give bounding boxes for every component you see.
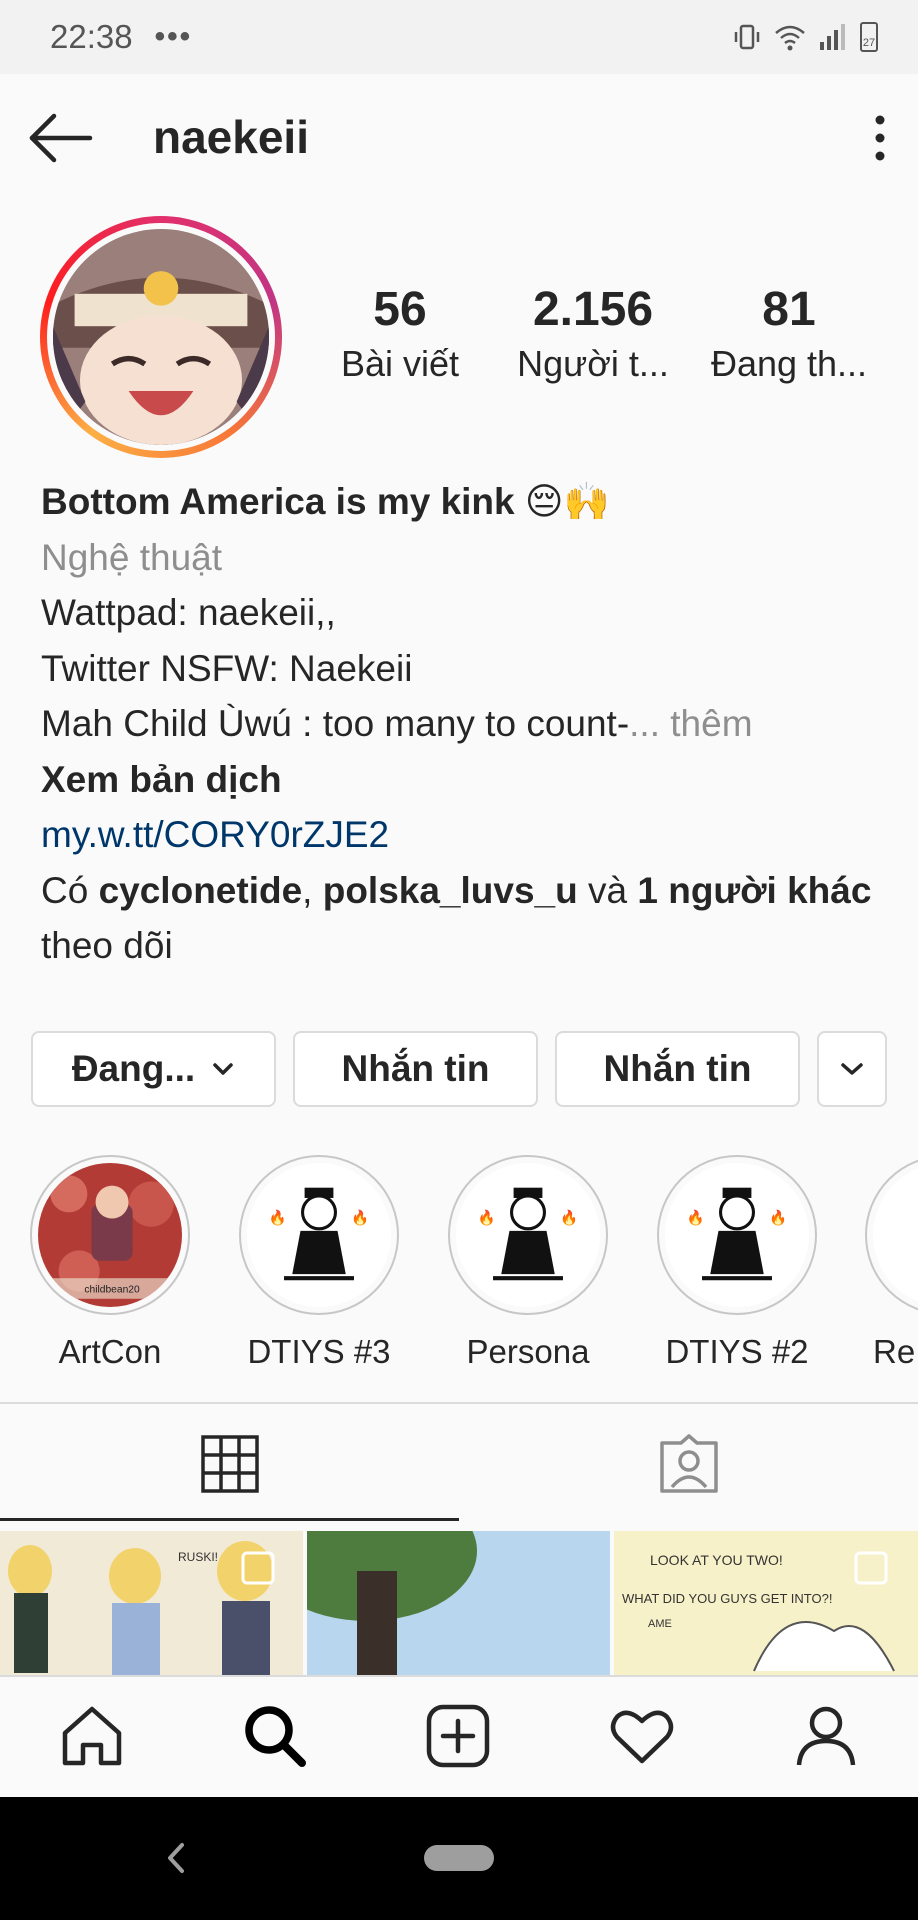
status-icons: 27: [732, 22, 878, 52]
story-highlights: childbean20 ArtCon 🔥 🔥 DTIYS #3 🔥 🔥 Person…: [0, 1155, 918, 1370]
stat-posts-label: Bài viết: [340, 343, 460, 384]
system-navigation-bar: [0, 1797, 918, 1920]
svg-text:🔥: 🔥: [687, 1209, 705, 1227]
post-3-caption-1: LOOK AT YOU TWO!: [650, 1552, 783, 1568]
highlight-persona-image: 🔥 🔥: [456, 1163, 600, 1307]
highlight-dtiys-3-image: 🔥 🔥: [247, 1163, 391, 1307]
highlight-persona[interactable]: 🔥 🔥 Persona: [447, 1155, 609, 1370]
signal-icon: [820, 24, 845, 50]
battery-level: 27: [862, 37, 876, 49]
followed-by[interactable]: Có cyclonetide, polska_luvs_u và 1 người…: [41, 863, 901, 974]
highlight-artcon[interactable]: childbean20 ArtCon: [29, 1155, 191, 1370]
translate-link[interactable]: Xem bản dịch: [41, 752, 901, 808]
avatar-image: [53, 229, 269, 445]
bio-line-child-text: Mah Child Ùwú : too many to count-: [41, 703, 630, 744]
stat-following-label: Đang th...: [710, 343, 868, 384]
bio-line-wattpad: Wattpad: naekeii,,: [41, 592, 336, 633]
stat-following[interactable]: 81 Đang th...: [704, 282, 874, 385]
post-thumbnail[interactable]: [307, 1531, 610, 1676]
post-1-caption: RUSKI!: [178, 1550, 218, 1564]
svg-text:🔥: 🔥: [351, 1209, 369, 1227]
vibrate-icon: [734, 24, 760, 50]
svg-text:🔥: 🔥: [560, 1209, 578, 1227]
post-thumbnail[interactable]: LOOK AT YOU TWO! WHAT DID YOU GUYS GET I…: [614, 1531, 918, 1676]
post-3-caption-2: WHAT DID YOU GUYS GET INTO?!: [622, 1591, 832, 1606]
svg-text:🔥: 🔥: [478, 1209, 496, 1227]
following-button-label: Đang...: [71, 1048, 196, 1089]
back-arrow-icon[interactable]: [26, 110, 96, 166]
bottom-navigation: [0, 1675, 918, 1797]
followed-by-user-2: polska_luvs_u: [322, 869, 578, 911]
followed-by-prefix: Có: [41, 869, 99, 911]
bio-website-link[interactable]: my.w.tt/CORY0rZJE2: [41, 807, 901, 863]
stat-followers-count: 2.156: [532, 283, 654, 336]
stat-posts[interactable]: 56 Bài viết: [320, 282, 480, 385]
posts-grid: RUSKI! LOOK AT YOU TWO! WHAT DID YOU GUY…: [0, 1531, 918, 1676]
profile-actions: Đang... Nhắn tin Nhắn tin: [31, 1031, 887, 1107]
home-icon[interactable]: [57, 1701, 127, 1771]
post-3-caption-3: AME: [648, 1618, 672, 1630]
followed-by-suffix: theo dõi: [41, 925, 173, 966]
chevron-down-icon: [213, 1063, 233, 1075]
message-button-2-label: Nhắn tin: [603, 1048, 752, 1089]
stat-followers[interactable]: 2.156 Người t...: [508, 282, 678, 385]
tab-tagged[interactable]: [459, 1404, 918, 1524]
profile-header: naekeii: [0, 74, 918, 200]
system-home-pill[interactable]: [424, 1845, 494, 1871]
heart-icon[interactable]: [607, 1701, 677, 1771]
post-thumbnail[interactable]: RUSKI!: [0, 1531, 303, 1676]
followed-by-others: 1 người khác: [637, 869, 872, 911]
svg-text:🔥: 🔥: [769, 1209, 787, 1227]
system-back-icon[interactable]: [166, 1841, 186, 1875]
followed-by-user-1: cyclonetide: [98, 869, 303, 911]
profile-avatar[interactable]: [40, 216, 282, 458]
highlight-label: ArtCon: [58, 1333, 162, 1370]
tagged-person-icon: [659, 1434, 718, 1493]
status-bar: 22:38 ••• 27: [0, 0, 918, 74]
stat-posts-count: 56: [373, 283, 427, 336]
more-options-icon[interactable]: [866, 110, 894, 166]
followed-by-and: và: [577, 869, 638, 911]
stat-following-count: 81: [762, 283, 816, 336]
chevron-down-icon: [841, 1063, 863, 1075]
highlight-label: Persona: [466, 1333, 590, 1370]
profile-icon[interactable]: [791, 1701, 861, 1771]
highlight-label: Re: [873, 1333, 916, 1370]
wifi-icon: [775, 25, 805, 51]
following-button[interactable]: Đang...: [31, 1031, 276, 1107]
highlight-dtiys-3[interactable]: 🔥 🔥 DTIYS #3: [238, 1155, 400, 1370]
grid-icon: [200, 1435, 259, 1493]
followed-by-sep: ,: [302, 869, 323, 911]
highlight-artcon-watermark: childbean20: [84, 1285, 140, 1296]
status-time: 22:38: [50, 18, 133, 55]
tab-active-indicator: [0, 1518, 459, 1521]
svg-text:🔥: 🔥: [269, 1209, 287, 1227]
message-button-1-label: Nhắn tin: [341, 1048, 490, 1089]
stat-followers-label: Người t...: [517, 343, 669, 384]
message-button-1[interactable]: Nhắn tin: [293, 1031, 538, 1107]
profile-bio: Bottom America is my kink 😔🙌 Nghệ thuật …: [41, 474, 901, 974]
highlight-artcon-image: childbean20: [38, 1163, 182, 1307]
message-button-2[interactable]: Nhắn tin: [555, 1031, 800, 1107]
highlight-dtiys-2[interactable]: 🔥 🔥 DTIYS #2: [656, 1155, 818, 1370]
highlight-label: DTIYS #3: [247, 1333, 391, 1370]
bio-category: Nghệ thuật: [41, 536, 223, 578]
bio-more-link[interactable]: ... thêm: [629, 703, 752, 744]
highlight-dtiys-2-image: 🔥 🔥: [665, 1163, 809, 1307]
battery-icon: 27: [860, 22, 878, 52]
highlight-label: DTIYS #2: [665, 1333, 809, 1370]
search-icon[interactable]: [240, 1701, 310, 1771]
bio-name: Bottom America is my kink 😔🙌: [41, 481, 610, 522]
suggested-accounts-button[interactable]: [817, 1031, 887, 1107]
tab-grid[interactable]: [0, 1404, 459, 1524]
profile-username: naekeii: [153, 111, 309, 163]
highlight-re[interactable]: Re: [865, 1155, 918, 1370]
content-tabs: [0, 1404, 918, 1524]
new-post-icon[interactable]: [423, 1701, 493, 1771]
profile-stats: 56 Bài viết 2.156 Người t... 81 Đang th.…: [330, 282, 890, 402]
status-overflow-dots: •••: [154, 20, 193, 53]
bio-line-twitter: Twitter NSFW: Naekeii: [41, 647, 413, 689]
bio-line-child: Mah Child Ùwú : too many to count-... th…: [41, 696, 901, 752]
